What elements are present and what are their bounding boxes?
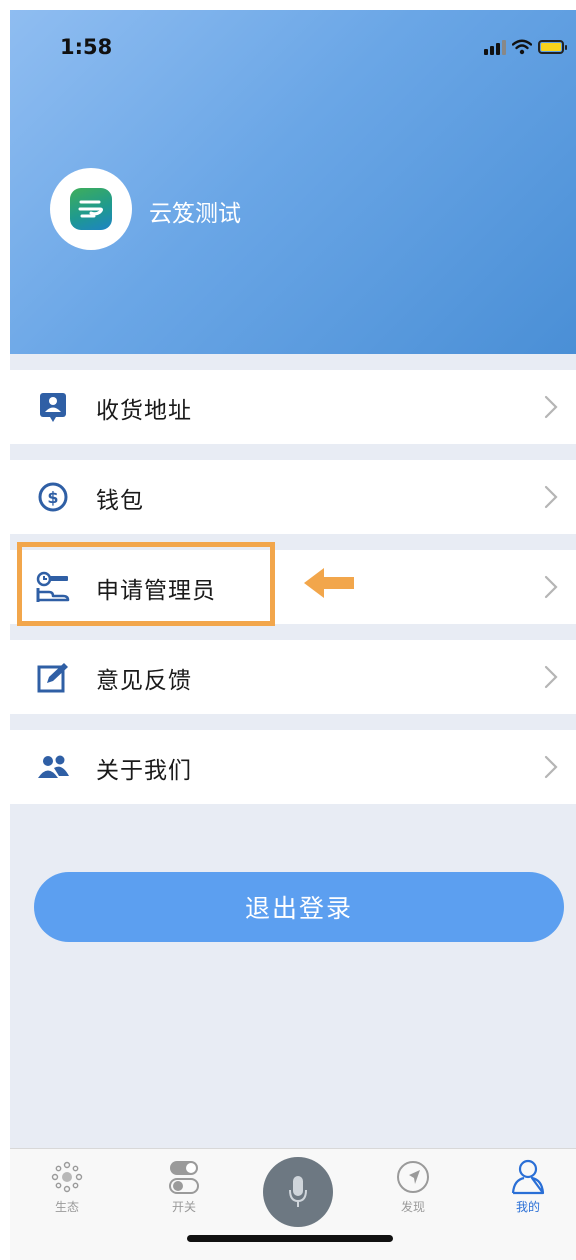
menu-item-label: 意见反馈: [96, 668, 192, 694]
battery-icon: [538, 40, 567, 54]
tab-label: 我的: [515, 1200, 540, 1214]
app-logo-icon: [70, 188, 112, 230]
logout-button[interactable]: 退出登录: [34, 872, 564, 942]
dollar-coin-icon: $: [35, 479, 71, 515]
status-time: 1:58: [60, 35, 113, 59]
tab-label: 开关: [171, 1200, 196, 1214]
tab-bar: 生态 开关 发现 我的: [10, 1148, 576, 1260]
chevron-right-icon: [544, 485, 558, 509]
microphone-icon: [289, 1176, 307, 1207]
person-icon: [510, 1159, 546, 1195]
menu-item-label: 钱包: [96, 488, 144, 514]
menu-item-label: 关于我们: [96, 758, 192, 784]
chevron-right-icon: [544, 755, 558, 779]
status-icons: [484, 38, 567, 56]
wifi-icon: [512, 39, 532, 55]
location-card-icon: [35, 389, 71, 425]
toggle-switches-icon: [166, 1159, 202, 1195]
tab-mine[interactable]: 我的: [498, 1159, 558, 1215]
chevron-right-icon: [544, 395, 558, 419]
menu-item-label: 收货地址: [96, 398, 192, 424]
tab-label: 生态: [54, 1200, 79, 1214]
microphone-button[interactable]: [263, 1157, 333, 1227]
home-indicator: [187, 1235, 393, 1242]
tab-discover[interactable]: 发现: [383, 1159, 443, 1215]
chevron-right-icon: [544, 575, 558, 599]
annotation-highlight-box: [17, 542, 275, 626]
tab-ecosystem[interactable]: 生态: [37, 1159, 97, 1215]
avatar[interactable]: [50, 168, 132, 250]
app-screen: 1:58 云笈测试 收货地址 $ 钱包 申请管理员 意见反馈 关于我们 退出登录…: [10, 10, 576, 1260]
edit-note-icon: [35, 659, 71, 695]
menu-item-about[interactable]: 关于我们: [10, 730, 576, 804]
ecosystem-dots-icon: [49, 1159, 85, 1195]
menu-item-wallet[interactable]: $ 钱包: [10, 460, 576, 534]
people-icon: [35, 749, 71, 785]
compass-icon: [395, 1159, 431, 1195]
profile-header: 1:58 云笈测试: [10, 10, 576, 354]
signal-icon: [484, 39, 506, 55]
annotation-arrow-icon: [304, 568, 354, 598]
svg-text:$: $: [47, 488, 58, 507]
user-name: 云笈测试: [149, 201, 241, 227]
menu-item-feedback[interactable]: 意见反馈: [10, 640, 576, 714]
chevron-right-icon: [544, 665, 558, 689]
tab-label: 发现: [400, 1200, 425, 1214]
tab-switch[interactable]: 开关: [154, 1159, 214, 1215]
menu-item-address[interactable]: 收货地址: [10, 370, 576, 444]
